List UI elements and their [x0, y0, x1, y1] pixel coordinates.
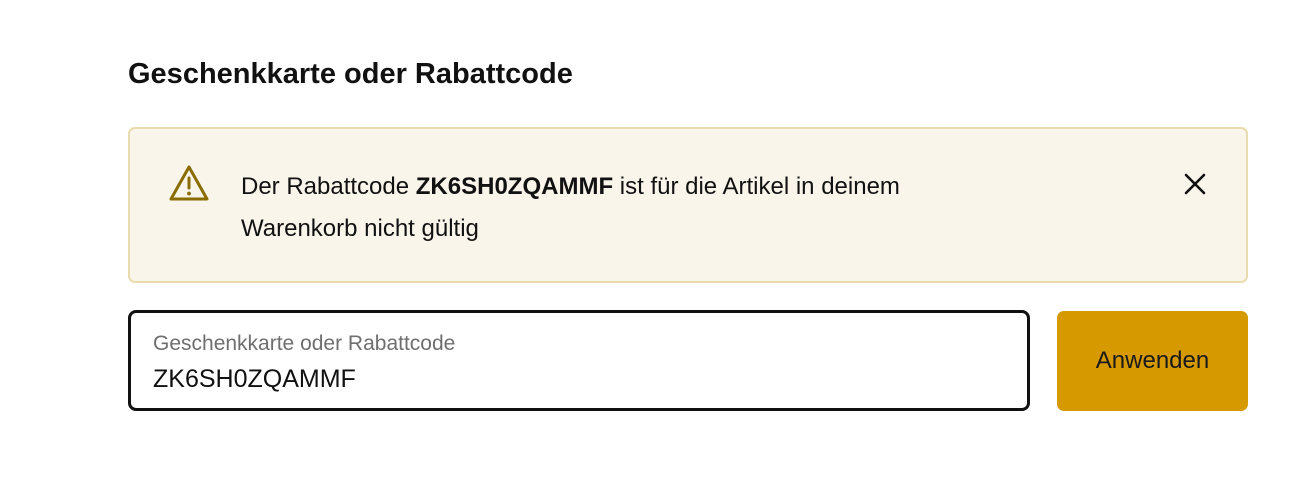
section-title: Geschenkkarte oder Rabattcode [128, 58, 573, 90]
alert-message-line2: Warenkorb nicht gültig [241, 215, 479, 242]
alert-message: Der Rabattcode ZK6SH0ZQAMMF ist für die … [241, 166, 1141, 250]
discount-code-field[interactable]: Geschenkkarte oder Rabattcode [128, 310, 1030, 411]
alert-message-prefix: Der Rabattcode [241, 173, 410, 200]
discount-code-field-label: Geschenkkarte oder Rabattcode [153, 332, 456, 355]
warning-alert: Der Rabattcode ZK6SH0ZQAMMF ist für die … [128, 127, 1248, 283]
apply-button[interactable]: Anwenden [1057, 311, 1248, 411]
alert-message-suffix: ist für die Artikel in deinem [619, 173, 900, 200]
alert-discount-code: ZK6SH0ZQAMMF [415, 173, 614, 200]
warning-triangle-icon [168, 164, 210, 202]
discount-code-input[interactable] [151, 360, 995, 398]
close-icon[interactable] [1180, 169, 1210, 199]
